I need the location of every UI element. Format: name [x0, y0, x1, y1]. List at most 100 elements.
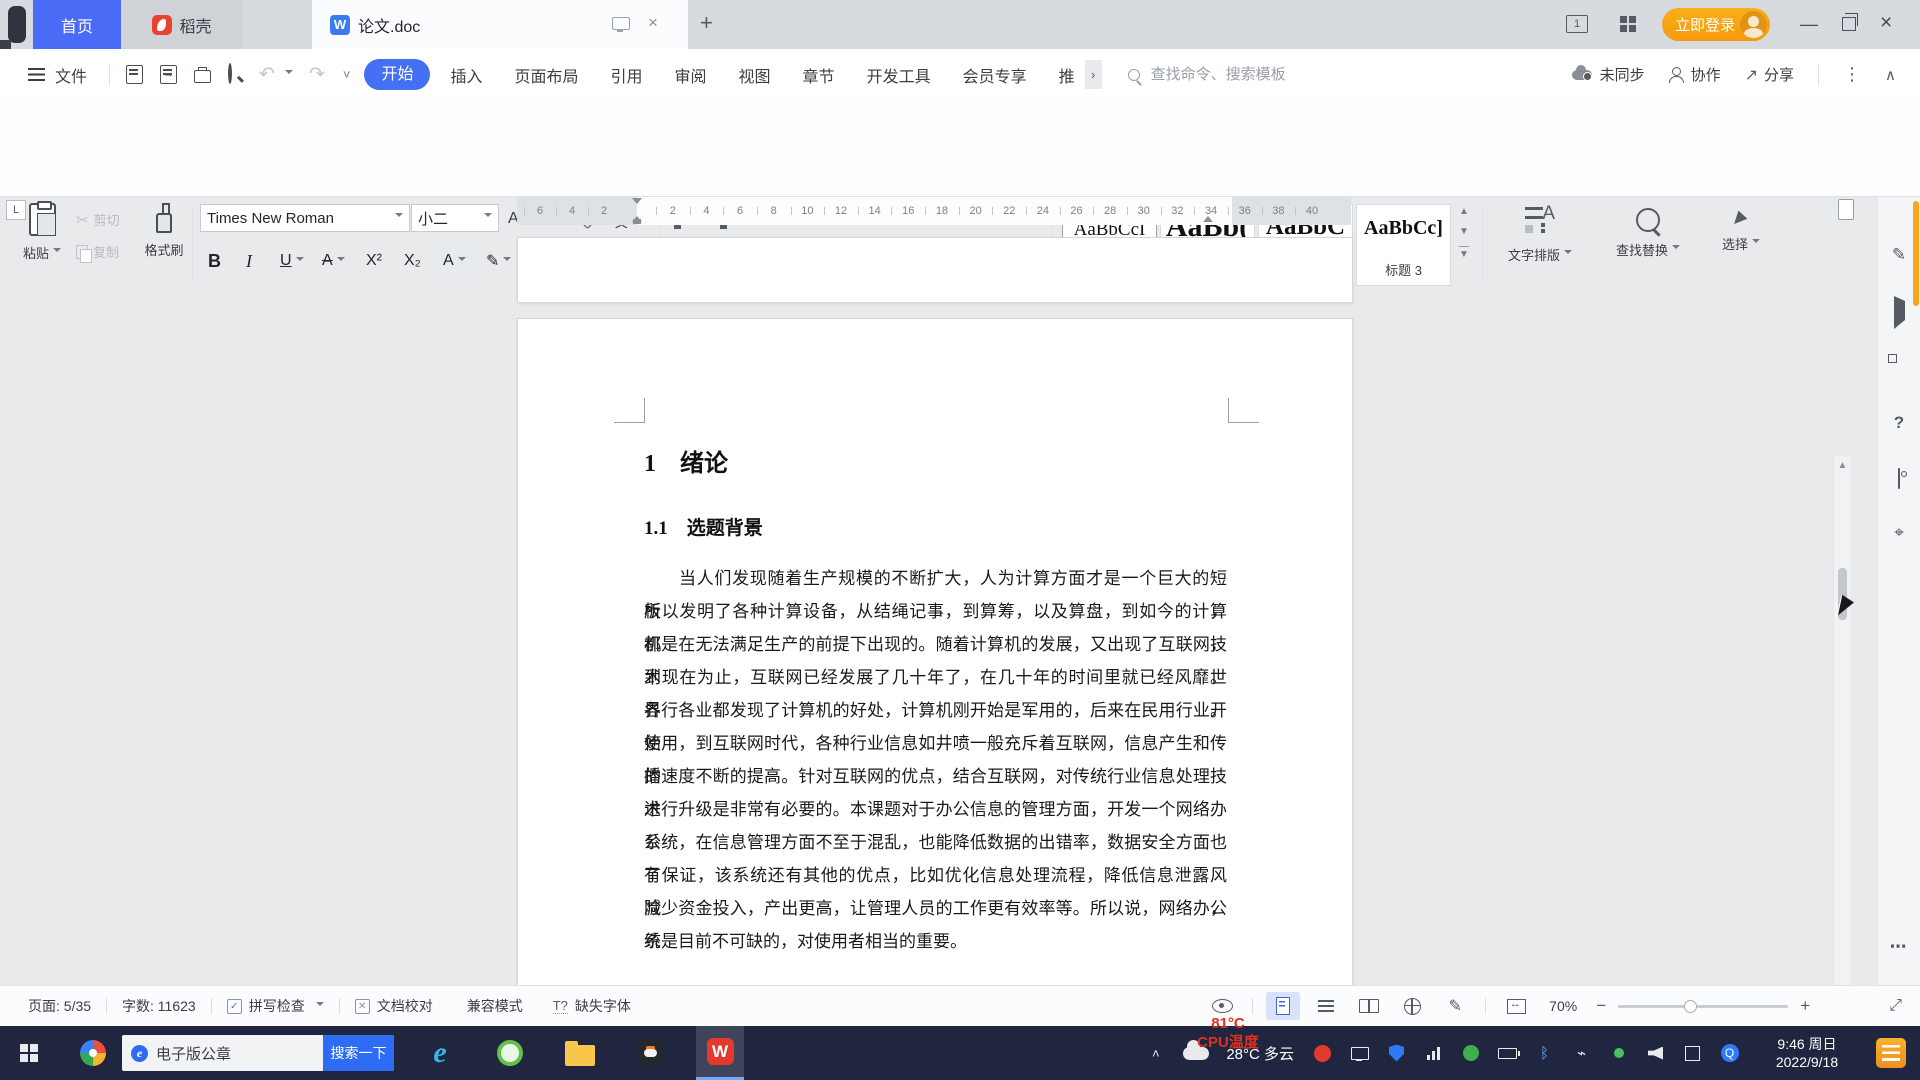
save-icon[interactable]: [126, 65, 144, 84]
monitor-icon[interactable]: [1341, 1026, 1378, 1080]
print-preview-icon[interactable]: [228, 63, 233, 84]
page-current[interactable]: 1 绪论 1.1 选题背景 当人们发现随着生产规模的不断扩大，人为计算方面才是一…: [517, 318, 1353, 985]
vertical-scrollbar[interactable]: ▲ ▲ ▼ ↟ ↡: [1833, 456, 1850, 985]
word-count[interactable]: 字数: 11623: [122, 996, 196, 1016]
quickbar-dropdown-icon[interactable]: ˅: [343, 67, 351, 82]
compatibility-mode[interactable]: 兼容模式: [467, 996, 523, 1016]
horizontal-ruler[interactable]: 642 2 4 6 8 10 12 14 16 18 20 22 24 26 28 30 32 34 36 38 40…: [0, 197, 1920, 228]
first-line-indent-marker[interactable]: [632, 198, 642, 209]
undo-icon[interactable]: ↶: [259, 63, 275, 86]
page-previous[interactable]: [517, 237, 1353, 303]
file-menu[interactable]: 文件: [55, 63, 87, 87]
menu-tab[interactable]: 审阅: [659, 63, 723, 87]
presentation-monitor-icon[interactable]: [612, 17, 630, 32]
menu-tab[interactable]: 视图: [723, 63, 787, 87]
web-view-button[interactable]: [1395, 992, 1429, 1020]
print-icon[interactable]: [194, 66, 212, 83]
command-search[interactable]: [1127, 65, 1348, 84]
spellcheck-toggle[interactable]: ✓ 拼写检查: [226, 996, 324, 1016]
antivirus-icon[interactable]: [1304, 1026, 1341, 1080]
bluetooth-icon[interactable]: ᛒ: [1526, 1026, 1563, 1080]
minimize-button[interactable]: —: [1800, 14, 1818, 35]
outline-view-button[interactable]: [1309, 992, 1343, 1020]
taskbar-app-wps[interactable]: W: [696, 1026, 744, 1080]
ruler-toggle-icon[interactable]: [1838, 199, 1854, 220]
close-window-button[interactable]: ×: [1880, 11, 1892, 35]
taskbar-app-ie[interactable]: e: [416, 1026, 464, 1080]
zoom-slider[interactable]: [1618, 999, 1789, 1013]
hamburger-menu-icon[interactable]: [28, 68, 45, 81]
network-signal-icon[interactable]: [1415, 1026, 1452, 1080]
pointer-tool-icon[interactable]: [1878, 296, 1920, 329]
browser-360-icon[interactable]: [80, 1040, 106, 1066]
menu-tab[interactable]: 开发工具: [851, 63, 947, 87]
app-grid-icon[interactable]: [1620, 16, 1636, 32]
image-tool-icon[interactable]: [1878, 468, 1920, 489]
scroll-up-icon[interactable]: ▲: [1834, 460, 1851, 471]
login-button[interactable]: 立即登录: [1662, 8, 1770, 41]
tab-selector-box[interactable]: L: [6, 200, 26, 220]
help-icon[interactable]: ?: [1878, 413, 1920, 433]
zoom-out-button[interactable]: −: [1593, 996, 1609, 1016]
taskbar-app-browser[interactable]: [486, 1026, 534, 1080]
docer-icon: [152, 14, 173, 35]
proofread-toggle[interactable]: ✕ 文档校对: [354, 996, 433, 1016]
right-indent-marker[interactable]: [1203, 211, 1213, 222]
menu-tab[interactable]: 页面布局: [498, 63, 594, 87]
left-indent-marker[interactable]: [633, 219, 641, 224]
menu-tab[interactable]: 开始: [364, 59, 431, 90]
search-q-icon[interactable]: Q: [1711, 1026, 1748, 1080]
menu-tab[interactable]: 插入: [434, 63, 498, 87]
zoom-slider-knob[interactable]: [1684, 999, 1698, 1013]
taskbar-clock[interactable]: 9:46 周日 2022/9/18: [1748, 1035, 1866, 1071]
sync-status[interactable]: 未同步: [1571, 64, 1645, 85]
tray-expand-icon[interactable]: ˄: [1137, 1026, 1174, 1080]
restore-button[interactable]: [1842, 13, 1858, 31]
missing-font-warning[interactable]: T? 缺失字体: [552, 996, 631, 1016]
status-dot-icon[interactable]: [1600, 1026, 1637, 1080]
book-view-button[interactable]: [1352, 992, 1386, 1020]
fullscreen-icon[interactable]: ⤢: [1889, 997, 1902, 1015]
menu-tab[interactable]: 引用: [595, 63, 659, 87]
share-button[interactable]: ↗ 分享: [1745, 64, 1794, 85]
page-indicator[interactable]: 页面: 5/35: [28, 996, 91, 1016]
more-tools-icon[interactable]: ⋯: [1878, 937, 1920, 957]
close-tab-icon[interactable]: ×: [648, 13, 658, 33]
taskbar-app-explorer[interactable]: [556, 1026, 604, 1080]
search-input[interactable]: [1148, 65, 1348, 84]
taskbar-search-button[interactable]: 搜索一下: [323, 1035, 394, 1071]
taskbar-app-dark[interactable]: [626, 1026, 674, 1080]
interface-mode-icon[interactable]: 1: [1566, 15, 1588, 33]
undo-dropdown[interactable]: [281, 64, 293, 86]
notification-icon[interactable]: [1876, 1038, 1906, 1068]
export-icon[interactable]: [160, 65, 178, 84]
volume-icon[interactable]: [1637, 1026, 1674, 1080]
start-button[interactable]: [0, 1026, 58, 1080]
fit-page-button[interactable]: [1499, 992, 1533, 1020]
ink-edit-button[interactable]: ✎: [1438, 992, 1472, 1020]
tray-box-icon[interactable]: [1674, 1026, 1711, 1080]
menu-tab[interactable]: 推: [1043, 63, 1091, 87]
annotate-pen-icon[interactable]: ✎: [1878, 245, 1920, 265]
tab-docer[interactable]: 稻壳: [121, 0, 243, 49]
new-tab-button[interactable]: +: [700, 10, 713, 36]
tab-document[interactable]: W 论文.doc: [312, 0, 688, 49]
collapse-ribbon-icon[interactable]: ∧: [1885, 66, 1896, 84]
shield-icon[interactable]: [1378, 1026, 1415, 1080]
locate-icon[interactable]: ⌖: [1878, 523, 1920, 543]
battery-icon[interactable]: [1489, 1026, 1526, 1080]
collaborate-button[interactable]: 协作: [1668, 64, 1721, 85]
taskbar-search-box[interactable]: e 电子版公章 搜索一下: [122, 1035, 394, 1071]
usb-icon[interactable]: ⌁: [1563, 1026, 1600, 1080]
wps-icon: W: [706, 1038, 734, 1065]
zoom-in-button[interactable]: +: [1797, 996, 1813, 1016]
tab-home[interactable]: 首页: [33, 0, 121, 49]
menu-tab[interactable]: 会员专享: [947, 63, 1043, 87]
zoom-percent[interactable]: 70%: [1542, 998, 1584, 1014]
more-options-icon[interactable]: ⋮: [1843, 64, 1861, 85]
menu-tab[interactable]: 章节: [787, 63, 851, 87]
document-area[interactable]: 1 绪论 1.1 选题背景 当人们发现随着生产规模的不断扩大，人为计算方面才是一…: [0, 228, 1920, 985]
accelerator-icon[interactable]: [1452, 1026, 1489, 1080]
redo-icon[interactable]: ↷: [309, 63, 325, 86]
more-tabs-button[interactable]: ›: [1084, 60, 1102, 89]
